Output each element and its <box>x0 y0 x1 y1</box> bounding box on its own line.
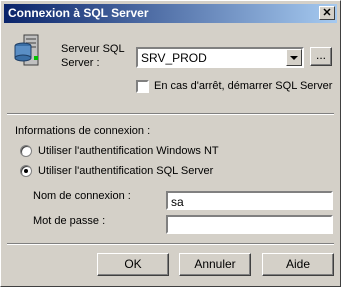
login-value: sa <box>171 195 184 209</box>
server-combo[interactable]: SRV_PROD <box>136 47 304 68</box>
close-button[interactable]: ✕ <box>319 6 335 20</box>
autostart-label: En cas d'arrêt, démarrer SQL Server <box>154 80 333 92</box>
connection-group-label: Informations de connexion : <box>15 125 151 137</box>
window-title: Connexion à SQL Server <box>8 6 149 20</box>
cancel-button[interactable]: Annuler <box>179 253 251 276</box>
chevron-down-icon[interactable] <box>286 49 302 66</box>
close-icon: ✕ <box>322 7 332 19</box>
help-button[interactable]: Aide <box>262 253 334 276</box>
auth-sql-label: Utiliser l'authentification SQL Server <box>38 165 214 177</box>
autostart-checkbox[interactable] <box>136 80 149 93</box>
server-database-icon <box>14 34 39 66</box>
login-label: Nom de connexion : <box>33 190 131 202</box>
server-label-line1: Serveur SQL <box>61 43 125 55</box>
separator <box>7 113 334 115</box>
server-value: SRV_PROD <box>141 51 207 65</box>
auth-windows-label: Utiliser l'authentification Windows NT <box>38 145 219 157</box>
browse-servers-button[interactable]: ... <box>310 47 332 66</box>
login-field[interactable]: sa <box>166 191 333 210</box>
server-label-line2: Server : <box>61 57 100 69</box>
separator <box>7 243 334 245</box>
title-bar[interactable]: Connexion à SQL Server ✕ <box>4 4 337 23</box>
auth-sql-radio[interactable] <box>20 165 32 177</box>
ok-button[interactable]: OK <box>97 253 169 276</box>
password-field[interactable] <box>166 215 333 234</box>
auth-windows-radio[interactable] <box>20 145 32 157</box>
password-label: Mot de passe : <box>33 215 106 227</box>
sql-connection-dialog: Connexion à SQL Server ✕ Serveur SQL Ser… <box>0 0 341 287</box>
